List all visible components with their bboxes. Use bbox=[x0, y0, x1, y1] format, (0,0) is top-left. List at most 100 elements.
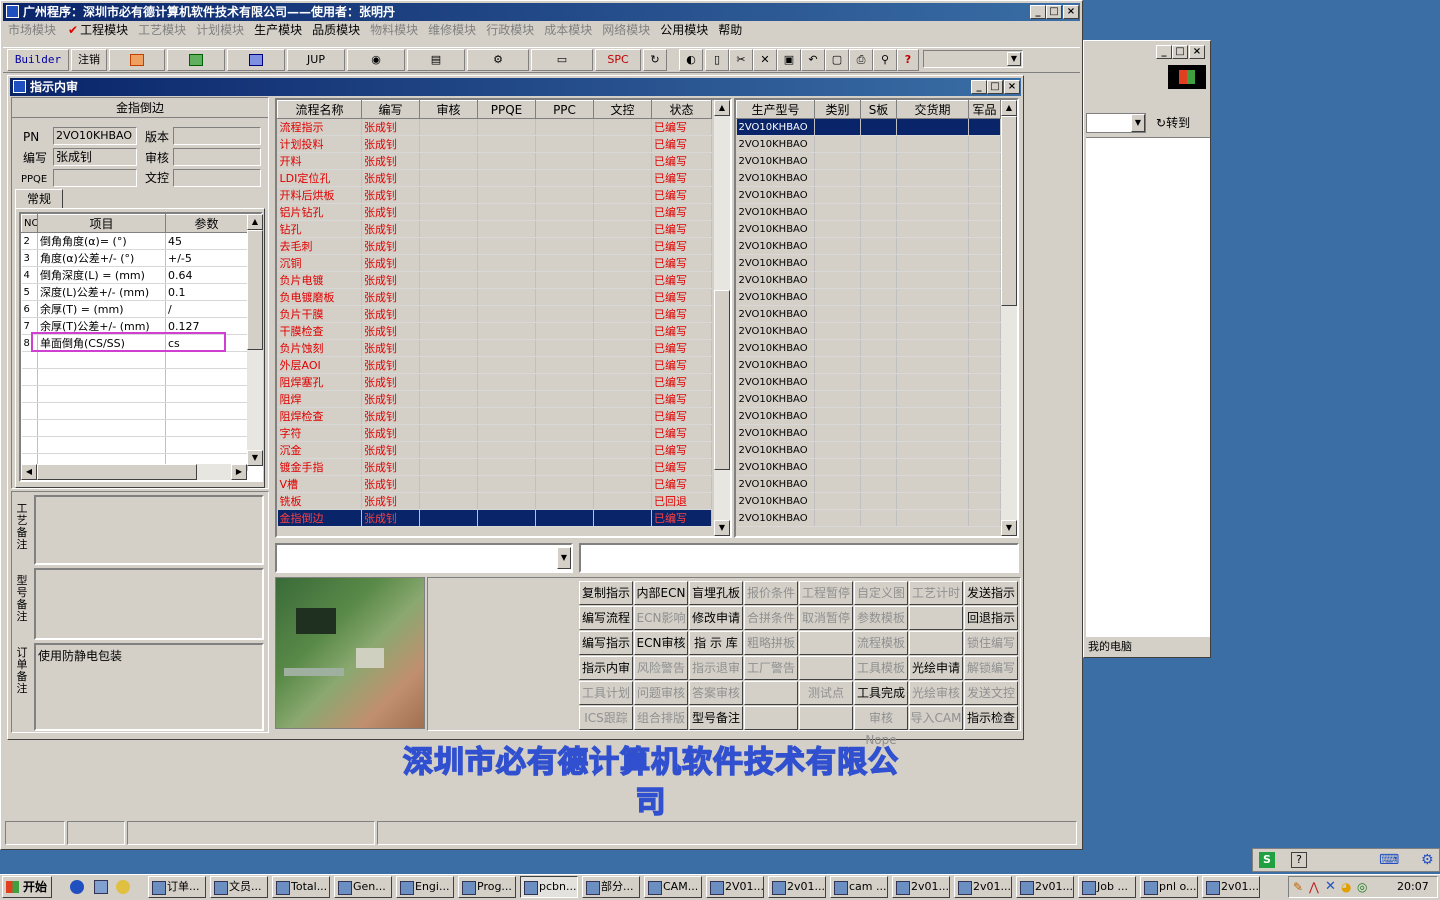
action-button[interactable]: 指示退审 bbox=[689, 656, 743, 680]
tray-color-icon[interactable]: ◕ bbox=[1341, 880, 1351, 894]
quick-launch-ie-icon[interactable] bbox=[70, 880, 84, 894]
param-row[interactable]: 5 深度(L)公差+/- (mm) 0.1 bbox=[21, 283, 248, 301]
menu-item-4[interactable]: 生产模块 bbox=[249, 21, 307, 39]
action-button[interactable]: 光绘审核 bbox=[909, 681, 963, 705]
keyboard-icon[interactable]: ⌨ bbox=[1379, 852, 1399, 868]
model-row[interactable]: 2VO10KHBAO bbox=[736, 356, 1001, 374]
scroll-down-icon[interactable]: ▼ bbox=[714, 520, 730, 536]
action-button[interactable]: 编写流程 bbox=[579, 606, 633, 630]
tab-general[interactable]: 常规 bbox=[15, 189, 63, 209]
version-field[interactable] bbox=[173, 127, 261, 145]
word-icon[interactable] bbox=[227, 49, 285, 71]
model-row[interactable]: 2VO10KHBAO bbox=[736, 322, 1001, 340]
process-row[interactable]: 铝片钻孔 张成钊 已编写 bbox=[277, 203, 712, 221]
taskbar-item[interactable]: pcbn... bbox=[520, 876, 578, 898]
process-row[interactable]: 阻焊 张成钊 已编写 bbox=[277, 390, 712, 408]
process-row[interactable]: 负片干膜 张成钊 已编写 bbox=[277, 305, 712, 323]
model-row[interactable]: 2VO10KHBAO bbox=[736, 288, 1001, 306]
process-row[interactable]: 负片电镀 张成钊 已编写 bbox=[277, 271, 712, 289]
process-row[interactable]: 钻孔 张成钊 已编写 bbox=[277, 220, 712, 238]
action-button[interactable]: 发送指示 bbox=[964, 581, 1018, 605]
scroll-thumb[interactable] bbox=[247, 230, 263, 350]
process-combo[interactable]: ▼ bbox=[275, 543, 573, 573]
model-col-header[interactable]: 生产型号 bbox=[736, 100, 815, 119]
model-row[interactable]: 2VO10KHBAO bbox=[736, 458, 1001, 476]
scroll-thumb[interactable] bbox=[1001, 116, 1017, 306]
close-button[interactable]: × bbox=[1063, 5, 1079, 19]
action-button[interactable]: 发送文控 bbox=[964, 681, 1018, 705]
action-button[interactable]: 工程暂停 bbox=[799, 581, 853, 605]
process-row[interactable]: 计划投料 张成钊 已编写 bbox=[277, 135, 712, 153]
model-vscroll[interactable]: ▲ ▼ bbox=[1001, 100, 1017, 536]
preview-icon[interactable]: ▢ bbox=[825, 49, 849, 71]
model-col-header[interactable]: 类别 bbox=[814, 100, 861, 119]
model-col-header[interactable]: 交货期 bbox=[896, 100, 969, 119]
model-row[interactable]: 2VO10KHBAO bbox=[736, 305, 1001, 323]
delete-icon[interactable]: ✕ bbox=[753, 49, 777, 71]
param-col-item[interactable]: 项目 bbox=[37, 214, 166, 233]
action-button[interactable] bbox=[744, 681, 798, 705]
action-button[interactable]: 流程模板 bbox=[854, 631, 908, 655]
review-field[interactable] bbox=[173, 148, 261, 166]
order-notes-field[interactable]: 使用防静电包装 bbox=[34, 643, 264, 731]
action-button[interactable]: ICS跟踪 bbox=[579, 706, 633, 730]
menu-item-11[interactable]: 公用模块 bbox=[655, 21, 713, 39]
action-button[interactable]: 指 示 库 bbox=[689, 631, 743, 655]
action-button[interactable]: 编写指示 bbox=[579, 631, 633, 655]
action-button[interactable]: 回退指示 bbox=[964, 606, 1018, 630]
process-col-header[interactable]: PPC bbox=[535, 100, 594, 119]
process-col-header[interactable]: 编写 bbox=[361, 100, 420, 119]
action-button[interactable]: 工艺计时 bbox=[909, 581, 963, 605]
scroll-down-icon[interactable]: ▼ bbox=[247, 450, 263, 466]
model-row[interactable]: 2VO10KHBAO bbox=[736, 135, 1001, 153]
param-vscroll[interactable]: ▲ ▼ bbox=[247, 214, 263, 466]
hscroll-thumb[interactable] bbox=[37, 464, 197, 480]
param-col-value[interactable]: 参数 bbox=[165, 214, 248, 233]
menu-item-9[interactable]: 成本模块 bbox=[539, 21, 597, 39]
process-col-header[interactable]: 状态 bbox=[651, 100, 712, 119]
process-row[interactable]: 沉金 张成钊 已编写 bbox=[277, 441, 712, 459]
taskbar-item[interactable]: Prog... bbox=[458, 876, 516, 898]
menu-item-12[interactable]: 帮助 bbox=[713, 21, 747, 39]
action-button[interactable]: 工具模板 bbox=[854, 656, 908, 680]
action-button[interactable]: 合拼条件 bbox=[744, 606, 798, 630]
quick-launch-desktop-icon[interactable] bbox=[94, 880, 108, 894]
scroll-left-icon[interactable]: ◀ bbox=[21, 464, 37, 480]
scroll-up-icon[interactable]: ▲ bbox=[714, 100, 730, 116]
child-close-button[interactable]: × bbox=[1004, 80, 1020, 94]
combo-arrow-icon[interactable]: ▼ bbox=[557, 547, 571, 569]
process-row[interactable]: 字符 张成钊 已编写 bbox=[277, 424, 712, 442]
model-row[interactable]: 2VO10KHBAO bbox=[736, 475, 1001, 493]
process-vscroll[interactable]: ▲ ▼ bbox=[714, 100, 730, 536]
model-row[interactable]: 2VO10KHBAO bbox=[736, 271, 1001, 289]
process-row[interactable]: 金指倒边 张成钊 已编写 bbox=[277, 509, 712, 527]
excel-icon[interactable] bbox=[167, 49, 225, 71]
menu-item-5[interactable]: 品质模块 bbox=[307, 21, 365, 39]
taskbar-item[interactable]: Engi... bbox=[396, 876, 454, 898]
model-row[interactable]: 2VO10KHBAO bbox=[736, 509, 1001, 527]
menu-item-3[interactable]: 计划模块 bbox=[191, 21, 249, 39]
action-button[interactable]: ECN影响 bbox=[634, 606, 688, 630]
main-title-bar[interactable]: 广州程序：深圳市必有德计算机软件技术有限公司——使用者：张明丹 bbox=[3, 3, 1080, 21]
model-row[interactable]: 2VO10KHBAO bbox=[736, 373, 1001, 391]
action-button[interactable]: 复制指示 bbox=[579, 581, 633, 605]
database-icon[interactable]: ▤ bbox=[407, 49, 465, 71]
maximize-button[interactable]: □ bbox=[1046, 5, 1062, 19]
process-row[interactable]: 铣板 张成钊 已回退 bbox=[277, 492, 712, 510]
taskbar-item[interactable]: Gen... bbox=[334, 876, 392, 898]
action-button[interactable]: 自定义图 bbox=[854, 581, 908, 605]
dropdown-arrow-icon[interactable]: ▼ bbox=[1007, 52, 1021, 66]
doc-control-field[interactable] bbox=[173, 169, 261, 187]
action-button[interactable]: 工具计划 bbox=[579, 681, 633, 705]
tools-icon[interactable]: ⚙ bbox=[467, 49, 529, 71]
action-button[interactable]: 解锁编写 bbox=[964, 656, 1018, 680]
param-row[interactable]: 2 倒角角度(α)= (°) 45 bbox=[21, 232, 248, 250]
action-button[interactable]: 型号备注 bbox=[689, 706, 743, 730]
process-col-header[interactable]: 审核 bbox=[419, 100, 478, 119]
process-row[interactable]: V槽 张成钊 已编写 bbox=[277, 475, 712, 493]
pn-field[interactable]: 2VO10KHBAO bbox=[53, 127, 137, 145]
new-file-icon[interactable]: ▯ bbox=[705, 49, 729, 71]
taskbar-item[interactable]: 2v01... bbox=[768, 876, 826, 898]
menu-item-0[interactable]: 市场模块 bbox=[3, 21, 61, 39]
taskbar-item[interactable]: cam ... bbox=[830, 876, 888, 898]
